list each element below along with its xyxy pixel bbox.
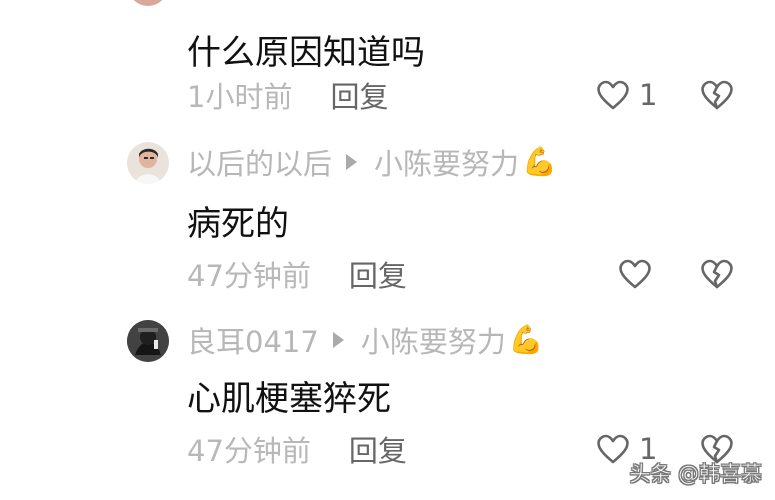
reply-button[interactable]: 回复 bbox=[349, 253, 407, 295]
author-name[interactable]: 以后的以后 bbox=[187, 141, 332, 183]
watermark: 头条 @韩喜慕 bbox=[629, 462, 762, 487]
reply-button[interactable]: 回复 bbox=[330, 74, 388, 116]
reply-to-name[interactable]: 小陈要努力 bbox=[374, 141, 519, 183]
comment-text: 病死的 bbox=[187, 203, 289, 244]
flexed-biceps-icon: 💪 bbox=[522, 145, 557, 178]
comment-footer: 47分钟前 回复 bbox=[187, 254, 407, 294]
avatar-image bbox=[127, 142, 169, 184]
comment-meta: 良耳0417 小陈要努力 💪 bbox=[187, 320, 544, 360]
reply-button[interactable]: 回复 bbox=[349, 428, 407, 470]
comment-footer: 47分钟前 回复 bbox=[187, 429, 407, 469]
comment-time: 1小时前 bbox=[187, 80, 293, 114]
broken-heart-icon bbox=[701, 259, 733, 288]
comment-text: 心肌梗塞猝死 bbox=[187, 378, 391, 419]
like-button[interactable] bbox=[618, 254, 652, 294]
avatar[interactable] bbox=[127, 320, 169, 362]
heart-outline-icon bbox=[597, 434, 629, 463]
like-button[interactable]: 1 bbox=[596, 75, 666, 115]
broken-heart-icon bbox=[701, 80, 733, 109]
partial-avatar[interactable] bbox=[128, 0, 168, 6]
comment-thread-screen: 什么原因知道吗 1小时前 回复 1 以后的以后 小陈要努力 💪 病死的 47分钟… bbox=[0, 0, 775, 500]
reply-to-name[interactable]: 小陈要努力 bbox=[361, 319, 506, 361]
like-count: 1 bbox=[639, 78, 658, 112]
dislike-button[interactable] bbox=[697, 75, 737, 115]
triangle-arrow-icon bbox=[346, 154, 358, 170]
triangle-arrow-icon bbox=[332, 332, 344, 348]
comment-time: 47分钟前 bbox=[187, 259, 311, 293]
comment-meta: 以后的以后 小陈要努力 💪 bbox=[187, 142, 557, 182]
flexed-biceps-icon: 💪 bbox=[508, 323, 544, 356]
author-name[interactable]: 良耳0417 bbox=[187, 319, 319, 361]
dislike-button[interactable] bbox=[697, 254, 737, 294]
avatar-image bbox=[127, 320, 169, 362]
comment-text: 什么原因知道吗 bbox=[187, 32, 425, 73]
heart-outline-icon bbox=[619, 259, 651, 288]
heart-outline-icon bbox=[597, 80, 629, 109]
comment-footer: 1小时前 回复 bbox=[187, 75, 388, 115]
comment-time: 47分钟前 bbox=[187, 434, 311, 468]
avatar[interactable] bbox=[127, 142, 169, 184]
